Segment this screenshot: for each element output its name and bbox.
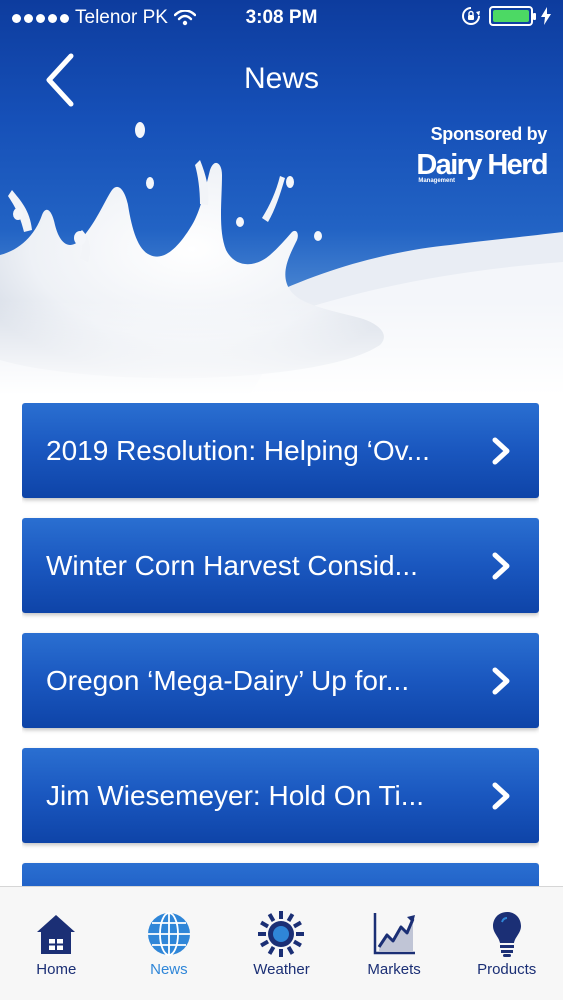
tab-bar: Home News Weather Markets Products [0, 886, 563, 1000]
news-item[interactable]: Jim Wiesemeyer: Hold On Ti... [22, 748, 539, 843]
sponsor-label: Sponsored by [430, 124, 548, 144]
news-item[interactable]: 2019 Resolution: Helping ‘Ov... [22, 403, 539, 498]
tab-weather[interactable]: Weather [225, 887, 338, 1000]
news-item-title: 2019 Resolution: Helping ‘Ov... [46, 434, 430, 466]
sponsor-logo-subtext: Management [418, 178, 456, 184]
tab-news[interactable]: News [113, 887, 226, 1000]
news-item[interactable] [22, 863, 539, 886]
sponsor-logo[interactable]: Dairy Herd Management [416, 149, 548, 185]
tab-markets[interactable]: Markets [338, 887, 451, 1000]
chevron-right-icon [492, 782, 510, 810]
milk-splash-image [0, 122, 563, 395]
tab-home[interactable]: Home [0, 887, 113, 1000]
news-item-title: Winter Corn Harvest Consid... [46, 549, 418, 581]
news-screen: Telenor PK 3:08 PM News Sponsored by Dai… [0, 0, 563, 1000]
news-item-title: Oregon ‘Mega-Dairy’ Up for... [46, 664, 410, 696]
tab-weather-label: Weather [253, 961, 310, 978]
home-icon [37, 915, 76, 954]
chart-icon [373, 913, 416, 955]
rotation-lock-icon [462, 7, 480, 25]
news-item-title: Jim Wiesemeyer: Hold On Ti... [46, 779, 425, 811]
page-title: News [243, 62, 319, 95]
tab-products-label: Products [477, 961, 537, 978]
lightbulb-icon [492, 912, 521, 957]
tab-products[interactable]: Products [450, 887, 563, 1000]
news-item-title [46, 863, 476, 886]
chevron-right-icon [492, 552, 510, 580]
globe-icon [147, 912, 190, 956]
tab-news-label: News [150, 961, 188, 978]
charging-icon [541, 7, 551, 25]
news-item[interactable]: Oregon ‘Mega-Dairy’ Up for... [22, 633, 539, 728]
tab-home-label: Home [36, 961, 77, 978]
status-bar: Telenor PK 3:08 PM [0, 0, 563, 38]
tab-markets-label: Markets [367, 961, 421, 978]
chevron-right-icon [492, 667, 510, 695]
battery-icon [489, 6, 536, 26]
sponsor-logo-text: Dairy Herd [416, 149, 548, 181]
news-item[interactable]: Winter Corn Harvest Consid... [22, 518, 539, 613]
sun-icon [258, 911, 305, 957]
chevron-right-icon [492, 437, 510, 465]
hero-banner: Telenor PK 3:08 PM News Sponsored by Dai… [0, 0, 563, 395]
news-list[interactable]: 2019 Resolution: Helping ‘Ov... Winter C… [22, 403, 539, 886]
status-right [461, 6, 551, 26]
sponsor-block: Sponsored by Dairy Herd Management [416, 124, 548, 185]
